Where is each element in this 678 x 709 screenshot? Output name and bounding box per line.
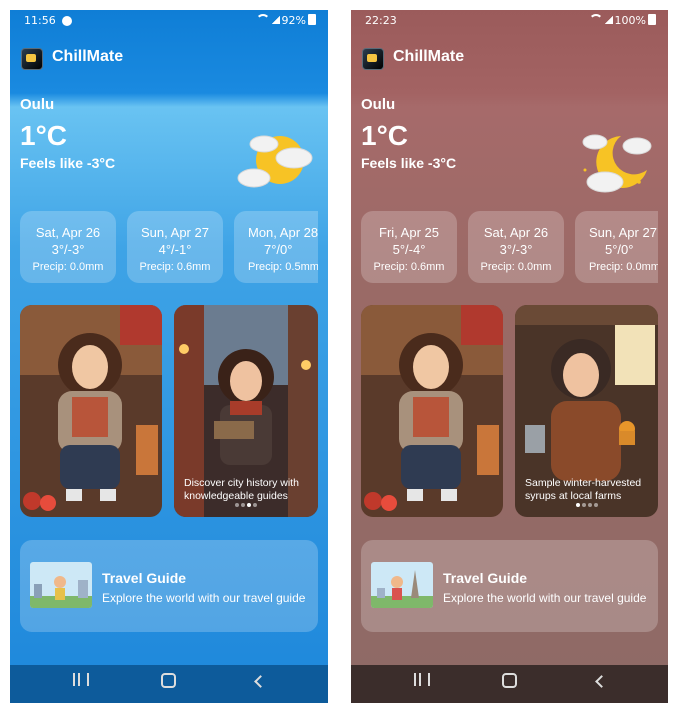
- forecast-temps: 5°/-4°: [392, 242, 426, 257]
- travel-guide-subtitle: Explore the world with our travel guide: [443, 591, 647, 605]
- travel-guide-thumbnail: [30, 562, 92, 608]
- carousel-image[interactable]: Sample winter-harvested syrups at local …: [515, 305, 658, 517]
- carousel-dot[interactable]: [593, 503, 598, 507]
- status-bar: 22:23 100%: [351, 10, 668, 32]
- travel-guide-card[interactable]: Travel Guide Explore the world with our …: [361, 540, 658, 632]
- travel-guide-title: Travel Guide: [443, 570, 528, 586]
- forecast-card[interactable]: Sun, Apr 27 5°/0° Precip: 0.0mm: [575, 211, 658, 283]
- system-navigation-bar: [351, 665, 668, 703]
- status-time: 22:23: [365, 14, 397, 27]
- status-bar: 11:56 92%: [10, 10, 328, 32]
- wifi-icon: [588, 14, 603, 24]
- carousel-dot[interactable]: [235, 503, 239, 507]
- app-title: ChillMate: [393, 48, 465, 65]
- forecast-precip: Precip: 0.5mm: [248, 261, 318, 273]
- carousel-dot[interactable]: [241, 503, 245, 507]
- home-icon[interactable]: [502, 673, 517, 688]
- current-temperature: 1°C: [20, 120, 67, 151]
- facebook-notification-icon: [62, 16, 72, 26]
- carousel-image[interactable]: [361, 305, 503, 517]
- city-name: Oulu: [361, 96, 396, 113]
- system-navigation-bar: [10, 665, 328, 703]
- forecast-date: Sun, Apr 27: [141, 225, 209, 240]
- forecast-temps: 5°/0°: [605, 242, 634, 257]
- forecast-temps: 4°/-1°: [158, 242, 192, 257]
- forecast-precip: Precip: 0.0mm: [32, 261, 104, 273]
- carousel-indicator[interactable]: [515, 494, 658, 512]
- forecast-card[interactable]: Fri, Apr 25 5°/-4° Precip: 0.6mm: [361, 211, 457, 283]
- app-bar: ChillMate: [351, 40, 668, 80]
- recent-apps-icon[interactable]: [414, 673, 430, 686]
- city-name: Oulu: [20, 96, 55, 113]
- forecast-precip: Precip: 0.6mm: [373, 261, 445, 273]
- travel-guide-thumbnail: [371, 562, 433, 608]
- carousel-image[interactable]: Discover city history with knowledgeable…: [174, 305, 318, 517]
- carousel-image[interactable]: [20, 305, 162, 517]
- carousel-dot-active[interactable]: [247, 503, 251, 507]
- carousel-dot[interactable]: [253, 503, 257, 507]
- forecast-temps: 3°/-3°: [499, 242, 533, 257]
- partly-cloudy-night-icon: [582, 134, 652, 193]
- carousel-dot[interactable]: [587, 503, 592, 507]
- signal-icon: [271, 16, 280, 24]
- forecast-precip: Precip: 0.0mm: [589, 261, 658, 273]
- phone-screen-night: 22:23 100% ChillMate Oulu 1°C Feels like…: [351, 10, 668, 703]
- status-time: 11:56: [24, 14, 56, 27]
- home-icon[interactable]: [161, 673, 176, 688]
- app-logo: [21, 48, 43, 70]
- forecast-date: Sat, Apr 26: [483, 225, 549, 240]
- signal-icon: [604, 16, 613, 24]
- wifi-icon: [255, 14, 270, 24]
- market-girl-illustration: [361, 305, 503, 517]
- battery-icon: [308, 14, 316, 25]
- forecast-temps: 3°/-3°: [51, 242, 85, 257]
- carousel-indicator[interactable]: [174, 494, 318, 512]
- feels-like: Feels like -3°C: [20, 155, 116, 171]
- carousel-dot-active[interactable]: [575, 503, 580, 507]
- app-logo: [362, 48, 384, 70]
- forecast-card[interactable]: Sat, Apr 26 3°/-3° Precip: 0.0mm: [468, 211, 564, 283]
- back-icon[interactable]: [595, 675, 608, 688]
- status-icons: 100%: [588, 14, 656, 27]
- app-bar: ChillMate: [10, 40, 328, 80]
- app-title: ChillMate: [52, 48, 124, 65]
- back-icon[interactable]: [254, 675, 267, 688]
- forecast-card[interactable]: Sun, Apr 27 4°/-1° Precip: 0.6mm: [127, 211, 223, 283]
- travel-guide-subtitle: Explore the world with our travel guide: [102, 591, 306, 605]
- recent-apps-icon[interactable]: [73, 673, 89, 686]
- forecast-card[interactable]: Mon, Apr 28 7°/0° Precip: 0.5mm: [234, 211, 318, 283]
- battery-icon: [648, 14, 656, 25]
- forecast-temps: 7°/0°: [264, 242, 293, 257]
- forecast-card[interactable]: Sat, Apr 26 3°/-3° Precip: 0.0mm: [20, 211, 116, 283]
- market-girl-illustration: [20, 305, 162, 517]
- forecast-date: Fri, Apr 25: [379, 225, 439, 240]
- feels-like: Feels like -3°C: [361, 155, 457, 171]
- battery-percent: 100%: [614, 14, 646, 27]
- battery-percent: 92%: [281, 14, 306, 27]
- travel-illustration: [371, 562, 433, 608]
- current-temperature: 1°C: [361, 120, 408, 151]
- forecast-date: Mon, Apr 28: [248, 225, 318, 240]
- forecast-date: Sun, Apr 27: [589, 225, 657, 240]
- travel-guide-card[interactable]: Travel Guide Explore the world with our …: [20, 540, 318, 632]
- travel-illustration: [30, 562, 92, 608]
- status-icons: 92%: [255, 14, 316, 27]
- forecast-precip: Precip: 0.0mm: [480, 261, 552, 273]
- partly-cloudy-day-icon: [237, 135, 313, 188]
- forecast-date: Sat, Apr 26: [35, 225, 101, 240]
- travel-guide-title: Travel Guide: [102, 570, 187, 586]
- phone-screen-day: 11:56 92% ChillMate Oulu 1°C Feels like …: [10, 10, 328, 703]
- forecast-precip: Precip: 0.6mm: [139, 261, 211, 273]
- carousel-dot[interactable]: [581, 503, 586, 507]
